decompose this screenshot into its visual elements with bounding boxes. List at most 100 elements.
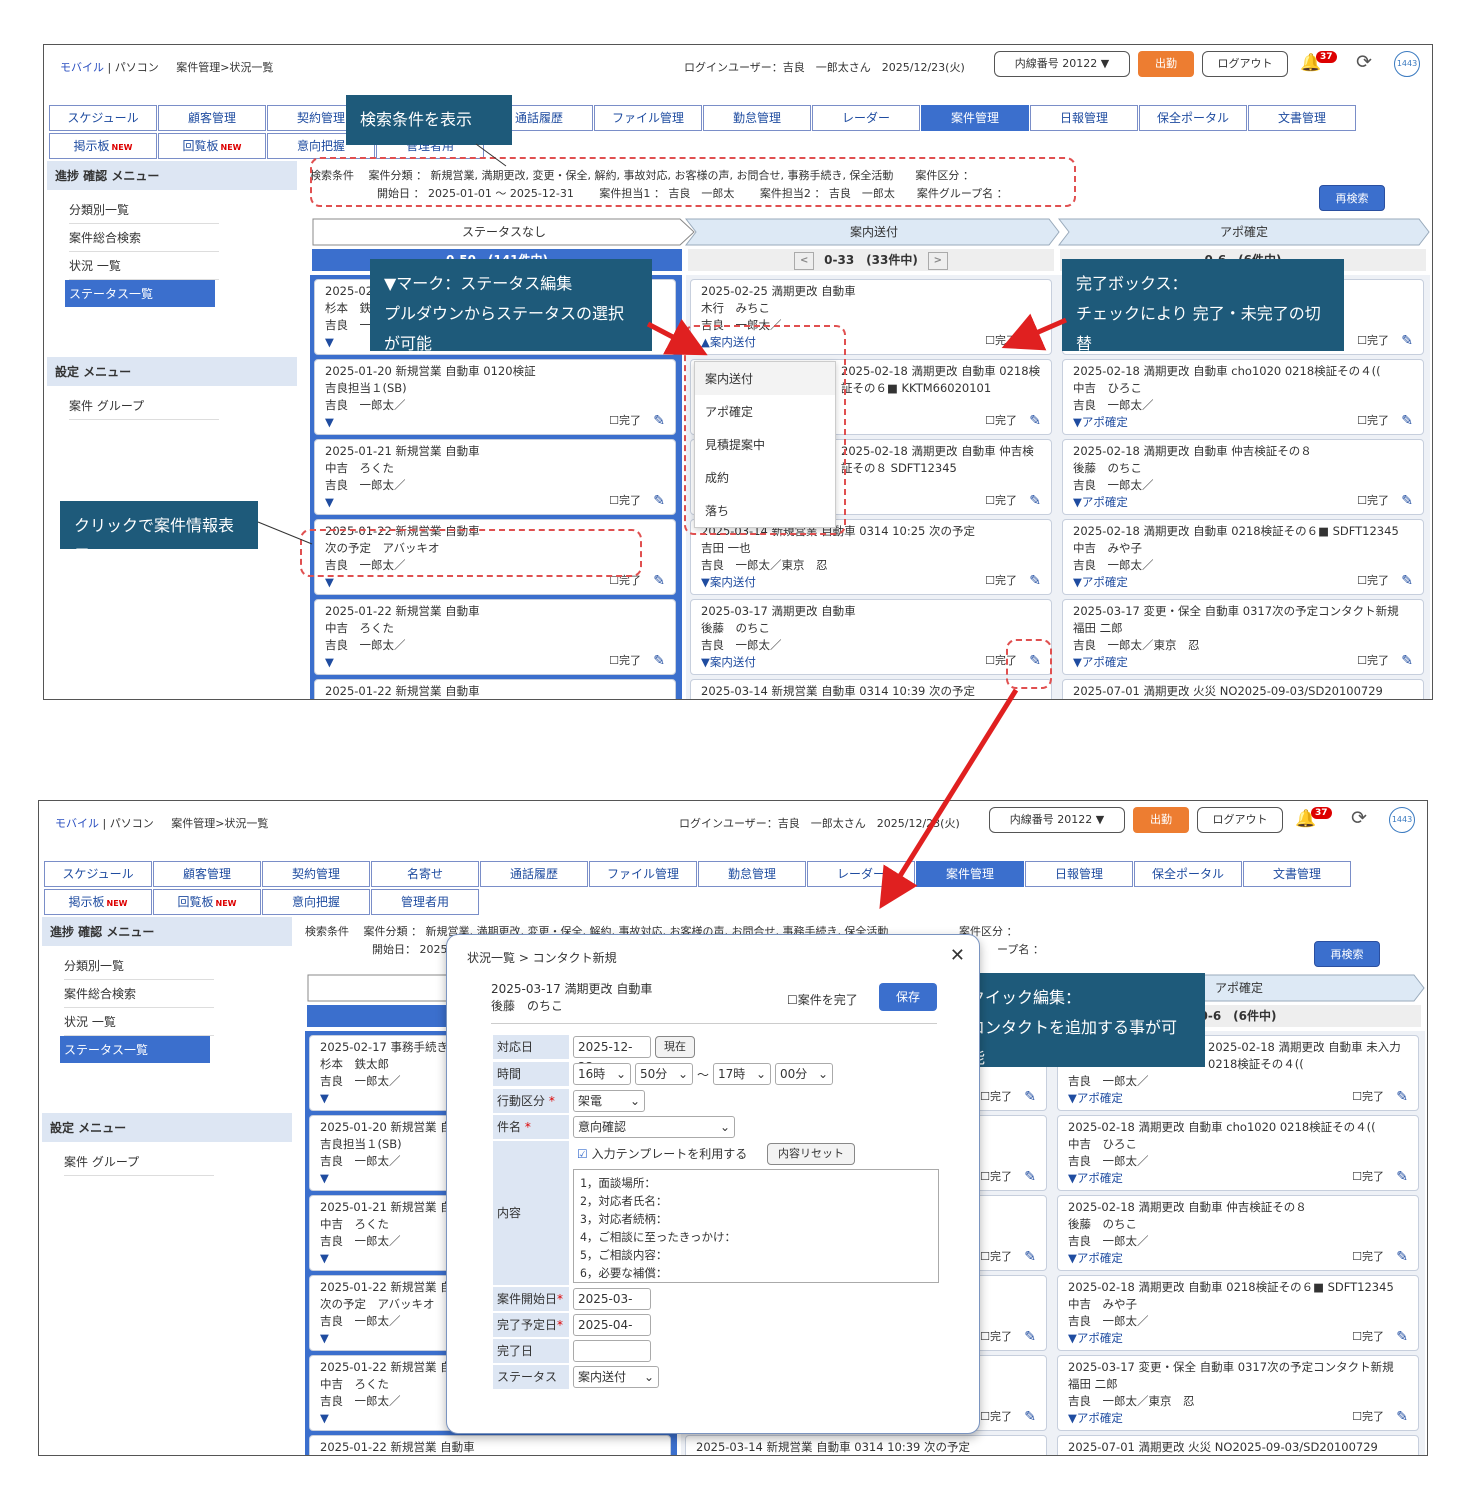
tab-attendance[interactable]: 勤怠管理 <box>698 861 806 887</box>
prev-button[interactable]: < <box>794 251 815 270</box>
tab-customer[interactable]: 顧客管理 <box>158 105 266 131</box>
close-icon[interactable]: ✕ <box>950 945 965 966</box>
tab-board[interactable]: 掲示板 NEW <box>49 133 157 159</box>
due-date-input[interactable]: 2025-04-17 <box>573 1314 651 1352</box>
tab-intention[interactable]: 意向把握 <box>262 889 370 915</box>
pencil-icon: ✎ <box>1401 653 1413 669</box>
tab-board[interactable]: 掲示板 NEW <box>44 889 152 915</box>
complete-case-checkbox[interactable]: ☐案件を完了 <box>787 991 858 1008</box>
user-badge[interactable]: 1443 <box>1394 51 1420 77</box>
case-card[interactable]: 2025-01-21 新規営業 自動車 中吉 ろくた 吉良 一郎太／ ▼ ☐完了 ✎ <box>314 439 676 515</box>
tab-circular[interactable]: 回覧板 NEW <box>158 133 266 159</box>
hour-to-select[interactable]: 17時 <box>713 1063 771 1085</box>
refresh-icon[interactable]: ⟳ <box>1351 807 1367 829</box>
case-card[interactable]: 2025-07-01 満期更改 火災 NO2025-09-03/SD201007… <box>1057 1435 1419 1455</box>
tab-radar[interactable]: レーダー <box>812 105 920 131</box>
case-card[interactable]: 2025-02-18 満期更改 自動車 cho1020 0218検証その４((中… <box>1057 1115 1419 1191</box>
extension-select[interactable]: 内線番号 20122 ▼ <box>994 51 1130 77</box>
action-select[interactable]: 架電 <box>573 1090 645 1112</box>
clock-in-button[interactable]: 出勤 <box>1138 51 1194 77</box>
sidebar-item-status-list[interactable]: ステータス一覧 <box>65 280 215 307</box>
tab-admin[interactable]: 管理者用 <box>371 889 479 915</box>
sidebar-item-status[interactable]: 状況 一覧 <box>69 252 219 280</box>
case-card[interactable]: 2025-01-22 新規営業 自動車 <box>309 1435 671 1455</box>
tab-docs[interactable]: 文書管理 <box>1243 861 1351 887</box>
sidebar-item-category[interactable]: 分類別一覧 <box>69 196 219 224</box>
case-card[interactable]: 2025-02-18 満期更改 自動車 0218検証その６■ SDFT12345… <box>1062 519 1424 595</box>
pencil-icon: ✎ <box>1396 1409 1408 1425</box>
pencil-icon: ✎ <box>1024 1249 1036 1265</box>
case-card[interactable]: 2025-01-20 新規営業 自動車 0120検証 吉良担当１(SB) 吉良 一郎… <box>314 359 676 435</box>
hour-from-select[interactable]: 16時 <box>573 1063 631 1085</box>
status-select[interactable]: 案内送付 <box>573 1366 659 1388</box>
sidebar-item-group[interactable]: 案件 グループ <box>64 1148 214 1176</box>
tab-portal[interactable]: 保全ポータル <box>1134 861 1242 887</box>
pc-link[interactable]: パソコン <box>115 61 159 74</box>
case-card[interactable]: 2025-03-17 満期更改 自動車 後藤 のちこ 吉良 一郎太／ ▼案内送付 ☐完了… <box>690 599 1052 675</box>
sidebar-item-group[interactable]: 案件 グループ <box>69 392 219 420</box>
mobile-link[interactable]: モバイル <box>55 817 99 830</box>
tab-radar[interactable]: レーダー <box>807 861 915 887</box>
case-card[interactable]: 2025-03-14 新規営業 自動車 0314 10:39 次の予定 <box>685 1435 1047 1455</box>
template-checkbox[interactable]: ☑ 入力テンプレートを利用する <box>577 1145 747 1162</box>
date-input[interactable]: 2025-12-23 <box>573 1036 651 1074</box>
tab-schedule[interactable]: スケジュール <box>49 105 157 131</box>
tab-portal[interactable]: 保全ポータル <box>1139 105 1247 131</box>
tab-call-history[interactable]: 通話履歴 <box>480 861 588 887</box>
mobile-link[interactable]: モバイル <box>60 61 104 74</box>
case-card[interactable]: 2025-01-22 新規営業 自動車 中吉 ろくた 吉良 一郎太／ ▼ ☐完了 ✎ <box>314 599 676 675</box>
tab-case[interactable]: 案件管理 <box>921 105 1029 131</box>
tab-daily[interactable]: 日報管理 <box>1025 861 1133 887</box>
minute-from-select[interactable]: 50分 <box>635 1063 693 1085</box>
case-card[interactable]: 2025-02-18 満期更改 自動車 cho1020 0218検証その４((中… <box>1062 359 1424 435</box>
sidebar-item-search[interactable]: 案件総合検索 <box>69 224 219 252</box>
tab-file[interactable]: ファイル管理 <box>589 861 697 887</box>
case-card[interactable]: 2025-02-18 満期更改 自動車 0218検証その６■ SDFT12345… <box>1057 1275 1419 1351</box>
pencil-icon: ✎ <box>1396 1089 1408 1105</box>
extension-select[interactable]: 内線番号 20122 ▼ <box>989 807 1125 833</box>
tab-docs[interactable]: 文書管理 <box>1248 105 1356 131</box>
logout-button[interactable]: ログアウト <box>1202 51 1288 77</box>
done-date-input[interactable] <box>573 1340 651 1362</box>
sidebar-item-category[interactable]: 分類別一覧 <box>64 952 214 980</box>
tab-case[interactable]: 案件管理 <box>916 861 1024 887</box>
case-card[interactable]: 2025-07-01 満期更改 火災 NO2025-09-03/SD201007… <box>1062 679 1424 699</box>
start-date-input[interactable]: 2025-03-17 <box>573 1288 651 1326</box>
column-appo: 2025-02-18 満期更改 自動車 未入力 0218検証その４((吉良 一郎… <box>1053 1031 1425 1455</box>
tab-circular[interactable]: 回覧板 NEW <box>153 889 261 915</box>
user-badge[interactable]: 1443 <box>1389 807 1415 833</box>
case-card[interactable]: 2025-03-17 変更・保全 自動車 0317次の予定コンタクト新規 福田 二… <box>1062 599 1424 675</box>
next-button[interactable]: > <box>927 251 948 270</box>
pc-link[interactable]: パソコン <box>110 817 154 830</box>
minute-to-select[interactable]: 00分 <box>775 1063 833 1085</box>
case-card[interactable]: 2025-01-22 新規営業 自動車 <box>314 679 676 699</box>
save-button[interactable]: 保存 <box>879 983 937 1011</box>
case-card[interactable]: 2025-03-14 新規営業 自動車 0314 10:39 次の予定 <box>690 679 1052 699</box>
tab-schedule[interactable]: スケジュール <box>44 861 152 887</box>
subject-select[interactable]: 意向確認 <box>573 1116 735 1138</box>
tab-daily[interactable]: 日報管理 <box>1030 105 1138 131</box>
tab-nayose[interactable]: 名寄せ <box>371 861 479 887</box>
content-textarea[interactable]: 1，面談場所： 2，対応者氏名： 3，対応者続柄： 4，ご相談に至ったきっかけ：… <box>573 1169 939 1283</box>
research-button[interactable]: 再検索 <box>1314 941 1380 967</box>
tab-attendance[interactable]: 勤怠管理 <box>703 105 811 131</box>
reset-button[interactable]: 内容リセット <box>767 1143 855 1165</box>
case-card[interactable]: 2025-02-18 満期更改 自動車 仲吉検証その８ 後藤 のちこ 吉良 一郎太／… <box>1062 439 1424 515</box>
sidebar-item-search[interactable]: 案件総合検索 <box>64 980 214 1008</box>
case-card[interactable]: 2025-02-18 満期更改 自動車 仲吉検証その８ 後藤 のちこ 吉良 一郎太／… <box>1057 1195 1419 1271</box>
research-button[interactable]: 再検索 <box>1319 185 1385 211</box>
criteria-highlight <box>310 157 1076 207</box>
tab-customer[interactable]: 顧客管理 <box>153 861 261 887</box>
sidebar-item-status-list[interactable]: ステータス一覧 <box>60 1036 210 1063</box>
clock-in-button[interactable]: 出勤 <box>1133 807 1189 833</box>
tab-contract[interactable]: 契約管理 <box>262 861 370 887</box>
tab-file[interactable]: ファイル管理 <box>594 105 702 131</box>
logout-button[interactable]: ログアウト <box>1197 807 1283 833</box>
refresh-icon[interactable]: ⟳ <box>1356 51 1372 73</box>
pencil-icon: ✎ <box>1024 1169 1036 1185</box>
content-label: 内容 <box>493 1141 569 1285</box>
settings-menu-header: 設定 メニュー <box>42 1113 292 1142</box>
now-button[interactable]: 現在 <box>655 1036 695 1058</box>
case-card[interactable]: 2025-03-17 変更・保全 自動車 0317次の予定コンタクト新規 福田 二… <box>1057 1355 1419 1431</box>
sidebar-item-status[interactable]: 状況 一覧 <box>64 1008 214 1036</box>
